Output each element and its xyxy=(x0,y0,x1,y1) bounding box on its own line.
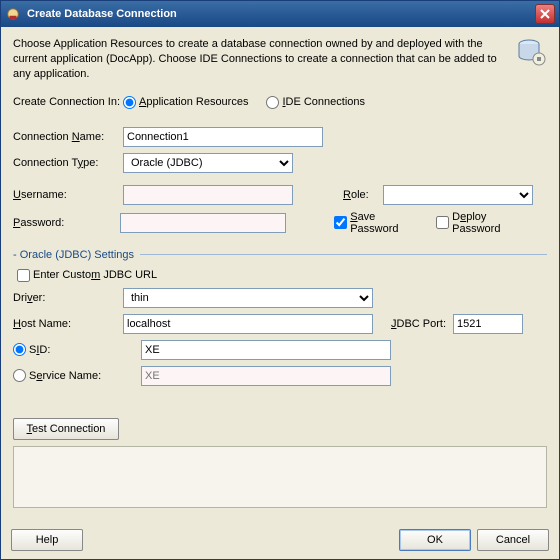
service-input[interactable] xyxy=(141,366,391,386)
deploy-password-checkbox[interactable] xyxy=(436,216,449,229)
test-output-box xyxy=(13,446,547,508)
create-in-label: Create Connection In: xyxy=(13,96,123,108)
connection-type-select[interactable]: Oracle (JDBC) xyxy=(123,153,293,173)
save-password-checkbox[interactable] xyxy=(334,216,347,229)
service-label: Service Name: xyxy=(29,370,101,382)
app-icon xyxy=(5,6,21,22)
username-label: Username: xyxy=(13,189,123,201)
radio-app-resources-input[interactable] xyxy=(123,96,136,109)
test-connection-button[interactable]: Test Connection xyxy=(13,418,119,440)
dialog-footer: Help OK Cancel xyxy=(1,521,559,559)
database-icon xyxy=(515,37,547,69)
title-bar: Create Database Connection xyxy=(1,1,559,27)
close-icon xyxy=(540,9,550,19)
description-text: Choose Application Resources to create a… xyxy=(13,37,505,82)
port-input[interactable] xyxy=(453,314,523,334)
jdbc-settings-header: - Oracle (JDBC) Settings xyxy=(13,249,547,261)
radio-ide-connections-label: IDE Connections xyxy=(282,96,365,108)
custom-url-checkbox[interactable] xyxy=(17,269,30,282)
deploy-password-label: Deploy Password xyxy=(452,211,535,235)
driver-label: Driver: xyxy=(13,292,123,304)
port-label: JDBC Port: xyxy=(391,318,453,330)
help-button[interactable]: Help xyxy=(11,529,83,551)
radio-app-resources[interactable]: AApplication Resourcespplication Resourc… xyxy=(123,96,248,109)
service-radio[interactable]: Service Name: xyxy=(13,369,123,382)
radio-ide-connections-input[interactable] xyxy=(266,96,279,109)
custom-url-label: Enter Custom JDBC URL xyxy=(33,269,157,281)
custom-url-check[interactable]: Enter Custom JDBC URL xyxy=(17,269,157,282)
close-button[interactable] xyxy=(535,4,555,24)
sid-input[interactable] xyxy=(141,340,391,360)
save-password-check[interactable]: Save Password xyxy=(334,211,424,235)
username-input[interactable] xyxy=(123,185,293,205)
host-input[interactable] xyxy=(123,314,373,334)
connection-name-input[interactable] xyxy=(123,127,323,147)
deploy-password-check[interactable]: Deploy Password xyxy=(436,211,535,235)
sid-radio[interactable]: SID: xyxy=(13,343,123,356)
password-input[interactable] xyxy=(120,213,286,233)
conn-type-label: Connection Type: xyxy=(13,157,123,169)
save-password-label: Save Password xyxy=(350,211,424,235)
driver-select[interactable]: thin xyxy=(123,288,373,308)
conn-name-label: Connection Name: xyxy=(13,131,123,143)
cancel-button[interactable]: Cancel xyxy=(477,529,549,551)
sid-label: SID: xyxy=(29,344,50,356)
role-label: Role: xyxy=(343,189,383,201)
password-label: Password: xyxy=(13,217,120,229)
dialog-content: Choose Application Resources to create a… xyxy=(1,27,559,521)
host-label: Host Name: xyxy=(13,318,123,330)
dialog-window: Create Database Connection Choose Applic… xyxy=(0,0,560,560)
service-radio-input[interactable] xyxy=(13,369,26,382)
title-text: Create Database Connection xyxy=(27,8,535,20)
sid-radio-input[interactable] xyxy=(13,343,26,356)
role-select[interactable] xyxy=(383,185,533,205)
radio-ide-connections[interactable]: IDE Connections xyxy=(266,96,365,109)
radio-app-resources-label: AApplication Resourcespplication Resourc… xyxy=(139,96,248,108)
create-in-row: Create Connection In: AApplication Resou… xyxy=(13,96,547,109)
ok-button[interactable]: OK xyxy=(399,529,471,551)
